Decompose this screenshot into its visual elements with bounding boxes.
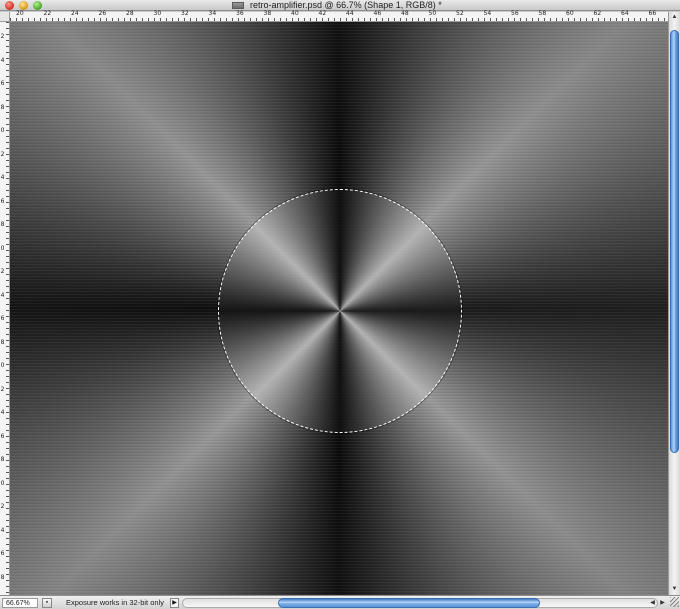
ruler-left-label: 6 bbox=[0, 197, 5, 205]
ruler-top-label: 50 bbox=[428, 10, 437, 17]
ruler-top-label: 54 bbox=[483, 10, 492, 17]
ruler-left-label: 2 bbox=[0, 503, 5, 510]
ruler-left-label: 6 bbox=[0, 550, 5, 557]
ruler-top-label: 64 bbox=[621, 10, 629, 17]
scroll-up-arrow-icon[interactable]: ▲ bbox=[670, 14, 679, 21]
ruler-left-label: 8 bbox=[0, 221, 5, 228]
zoom-icon[interactable] bbox=[33, 1, 42, 10]
ruler-top-label: 40 bbox=[291, 10, 299, 17]
document-canvas[interactable] bbox=[10, 22, 668, 595]
vertical-ruler[interactable]: 2468024680246802468024680 bbox=[0, 22, 10, 604]
ruler-top-label: 60 bbox=[566, 10, 574, 17]
ruler-left-label: 4 bbox=[0, 56, 5, 64]
ruler-left-label: 6 bbox=[0, 315, 5, 322]
ruler-top-label: 22 bbox=[43, 10, 52, 17]
ruler-left-label: 8 bbox=[0, 103, 5, 111]
ruler-left-label: 6 bbox=[0, 80, 5, 87]
status-menu-arrow-icon[interactable]: ▶ bbox=[170, 598, 179, 608]
ruler-left-label: 2 bbox=[0, 33, 5, 40]
ruler-top-label: 34 bbox=[208, 10, 217, 17]
ruler-top-label: 46 bbox=[373, 10, 382, 17]
document-icon bbox=[232, 2, 244, 9]
ruler-top-label: 66 bbox=[648, 10, 657, 17]
horizontal-scroll-thumb[interactable] bbox=[278, 598, 540, 608]
ruler-top-label: 26 bbox=[98, 10, 107, 17]
ruler-left-label: 0 bbox=[0, 362, 5, 369]
ruler-top-label: 62 bbox=[593, 10, 602, 17]
ruler-left-label: 4 bbox=[0, 526, 5, 534]
horizontal-ruler[interactable]: 20 22 24 26 28 30 32 34 36 38 40 42 44 46 48 50 52 54 56 58… bbox=[10, 10, 668, 22]
close-icon[interactable] bbox=[5, 1, 14, 10]
ruler-top-label: 32 bbox=[181, 10, 189, 17]
ruler-top-label: 48 bbox=[401, 10, 409, 17]
ruler-top-label: 52 bbox=[456, 10, 464, 17]
ruler-left-label: 4 bbox=[0, 409, 5, 416]
ruler-top-label: 24 bbox=[71, 10, 79, 17]
minimize-icon[interactable] bbox=[19, 1, 28, 10]
ruler-left-label: 4 bbox=[0, 291, 5, 299]
scroll-down-arrow-icon[interactable]: ▼ bbox=[670, 586, 679, 593]
ruler-top-label: 58 bbox=[538, 10, 547, 17]
ruler-corner[interactable] bbox=[0, 12, 10, 22]
ruler-left-label: 8 bbox=[0, 456, 5, 463]
ruler-left-label: 2 bbox=[0, 268, 5, 275]
ruler-top-label: 36 bbox=[236, 10, 244, 17]
ruler-top-label: 28 bbox=[126, 10, 134, 17]
ruler-left-label: 0 bbox=[0, 127, 5, 134]
ruler-top-label: 38 bbox=[263, 10, 272, 17]
ruler-left-label: 2 bbox=[0, 385, 5, 393]
ruler-top-label: 44 bbox=[346, 10, 354, 17]
ruler-left-label: 8 bbox=[0, 573, 5, 581]
status-message: Exposure works in 32-bit only bbox=[66, 598, 164, 607]
ruler-top-label: 42 bbox=[318, 10, 327, 17]
vertical-scroll-thumb[interactable] bbox=[670, 30, 679, 453]
resize-grip-icon[interactable] bbox=[670, 597, 679, 607]
ruler-left-label: 4 bbox=[0, 174, 5, 181]
status-bar: 66.67% ▪ Exposure works in 32-bit only ▶… bbox=[0, 595, 680, 609]
ruler-left-label: 0 bbox=[0, 479, 5, 487]
ruler-left-label: 0 bbox=[0, 244, 5, 252]
ruler-left-label: 8 bbox=[0, 338, 5, 346]
ruler-top-label: 56 bbox=[511, 10, 519, 17]
ruler-top-label: 30 bbox=[153, 10, 162, 17]
scroll-right-arrow-icon[interactable]: ▶ bbox=[658, 598, 667, 608]
ruler-top-label: 20 bbox=[16, 10, 24, 17]
ruler-left-label: 6 bbox=[0, 432, 5, 440]
scroll-left-arrow-icon[interactable]: ◀ bbox=[648, 598, 657, 608]
elliptical-selection-marquee[interactable] bbox=[218, 189, 462, 433]
zoom-level-field[interactable]: 66.67% bbox=[2, 598, 38, 608]
ruler-left-label: 2 bbox=[0, 150, 5, 158]
document-status-icon[interactable]: ▪ bbox=[42, 598, 52, 608]
